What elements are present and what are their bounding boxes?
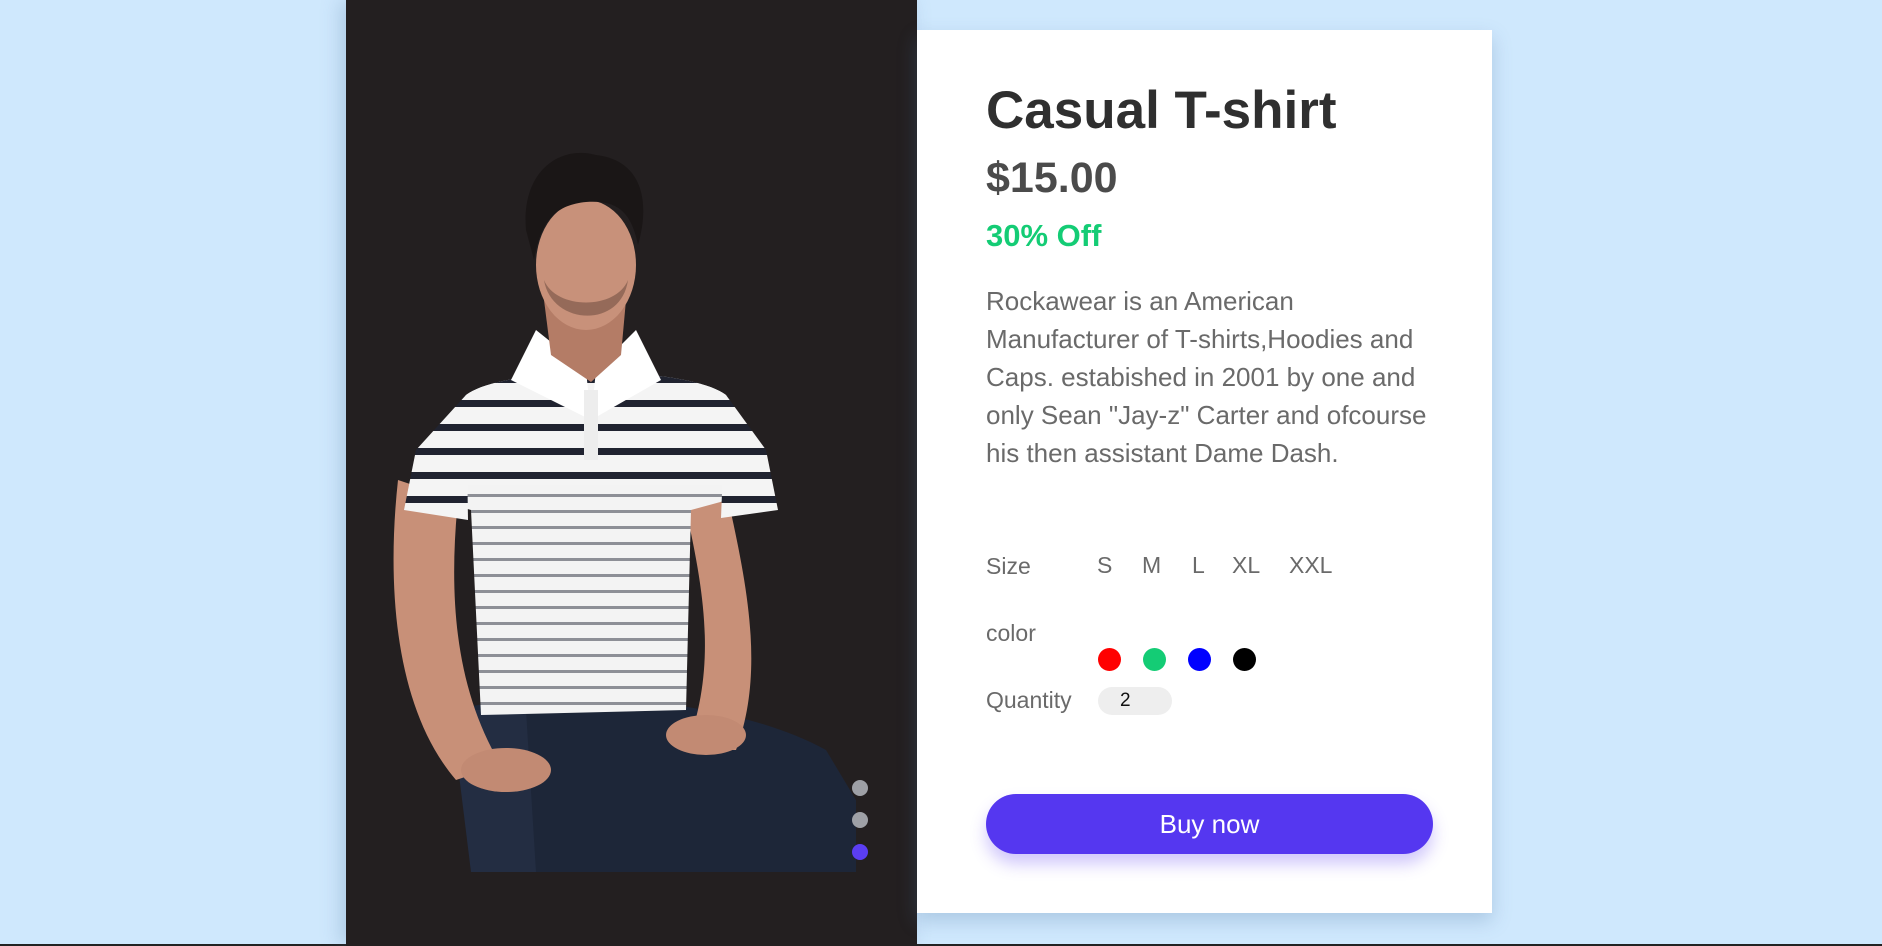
slider-dot-2[interactable] xyxy=(852,812,868,828)
color-swatch-red[interactable] xyxy=(1098,648,1121,671)
size-option-m[interactable]: M xyxy=(1142,552,1161,579)
slider-dot-1[interactable] xyxy=(852,780,868,796)
size-option-l[interactable]: L xyxy=(1192,552,1205,579)
slider-dot-3-active[interactable] xyxy=(852,844,868,860)
size-label: Size xyxy=(986,553,1031,579)
color-swatch-green[interactable] xyxy=(1143,648,1166,671)
product-info-card: Casual T-shirt $15.00 30% Off Rockawear … xyxy=(917,30,1492,913)
color-swatch-blue[interactable] xyxy=(1188,648,1211,671)
color-label: color xyxy=(986,620,1036,646)
discount-badge: 30% Off xyxy=(986,218,1102,253)
quantity-input[interactable] xyxy=(1098,687,1172,715)
product-photo xyxy=(393,152,856,872)
product-description: Rockawear is an American Manufacturer of… xyxy=(986,286,1427,468)
product-image-panel xyxy=(346,0,917,946)
image-slider-dots xyxy=(852,780,872,876)
product-title: Casual T-shirt xyxy=(986,81,1337,140)
size-option-s[interactable]: S xyxy=(1097,552,1112,579)
color-swatch-black[interactable] xyxy=(1233,648,1256,671)
product-price: $15.00 xyxy=(986,154,1118,202)
size-option-xxl[interactable]: XXL xyxy=(1289,552,1332,579)
quantity-label: Quantity xyxy=(986,687,1072,713)
buy-now-button[interactable]: Buy now xyxy=(986,794,1433,854)
size-option-xl[interactable]: XL xyxy=(1232,552,1260,579)
